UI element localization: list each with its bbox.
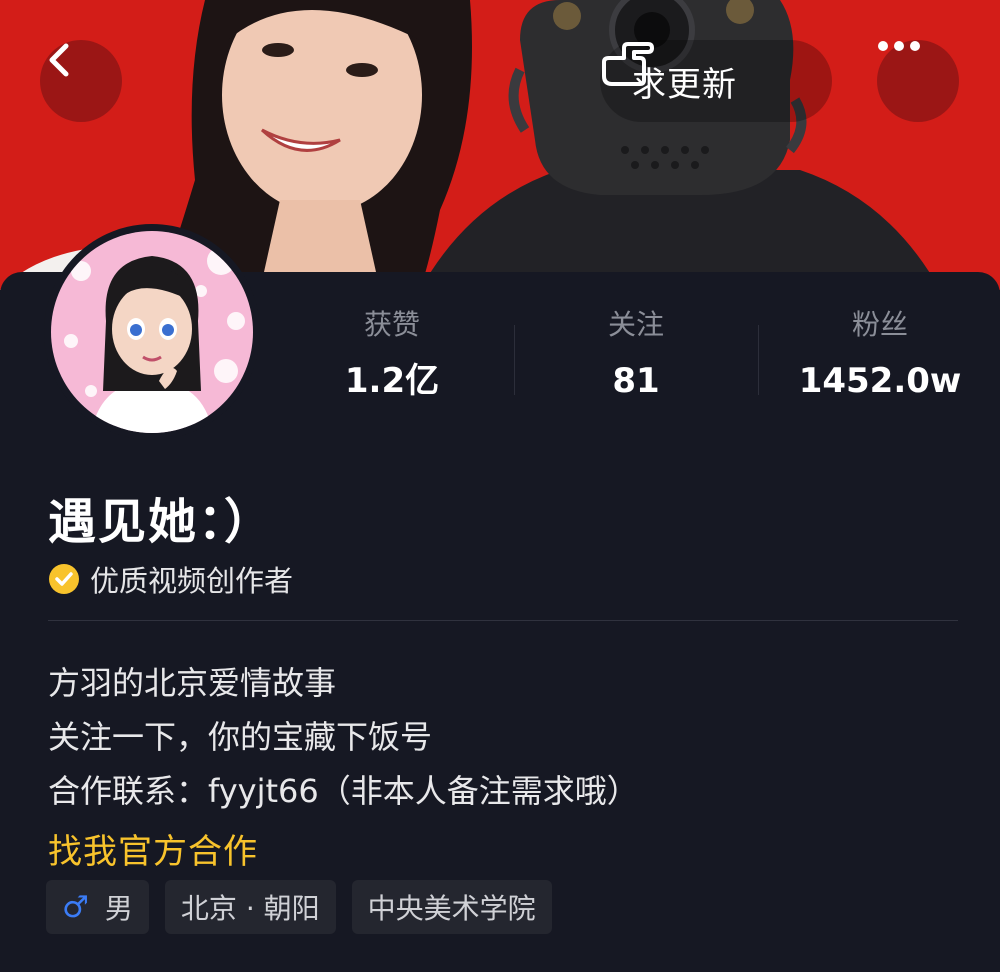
stats-row: 获赞 1.2亿 关注 81 粉丝 1452.0w xyxy=(270,305,1000,405)
request-update-button[interactable]: 求更新 xyxy=(600,40,832,122)
stat-following[interactable]: 关注 81 xyxy=(514,305,758,401)
chevron-left-icon xyxy=(49,43,69,77)
tag-gender-label: 男 xyxy=(104,892,133,925)
avatar-illustration xyxy=(51,231,253,433)
stat-likes[interactable]: 获赞 1.2亿 xyxy=(270,305,514,401)
tag-location[interactable]: 北京 · 朝阳 xyxy=(164,880,336,934)
stat-likes-label: 获赞 xyxy=(363,308,420,341)
bio-line: 关注一下，你的宝藏下饭号 xyxy=(48,718,433,756)
bio: 方羽的北京爱情故事 关注一下，你的宝藏下饭号 合作联系：fyyjt66（非本人备… xyxy=(48,656,639,818)
pointing-hand-icon xyxy=(602,42,654,86)
bio-line: 合作联系：fyyjt66（非本人备注需求哦） xyxy=(48,772,639,810)
male-icon: ♂ xyxy=(62,889,89,925)
profile-name: 遇见她：） xyxy=(48,494,275,550)
profile-tags: ♂ 男 北京 · 朝阳 中央美术学院 xyxy=(46,880,568,934)
stat-following-label: 关注 xyxy=(607,308,664,341)
creator-badge[interactable]: 优质视频创作者 xyxy=(48,558,293,600)
official-cooperation-link[interactable]: 找我官方合作 xyxy=(48,824,258,873)
stat-followers-label: 粉丝 xyxy=(851,308,908,341)
back-button[interactable] xyxy=(40,40,122,122)
tag-school-label: 中央美术学院 xyxy=(367,892,536,925)
stat-followers-value: 1452.0w xyxy=(798,361,962,401)
creator-badge-label: 优质视频创作者 xyxy=(90,564,294,598)
tag-location-label: 北京 · 朝阳 xyxy=(180,892,320,925)
stat-following-value: 81 xyxy=(612,361,660,401)
divider xyxy=(48,620,958,621)
stat-likes-value: 1.2亿 xyxy=(344,361,440,401)
verified-check-icon xyxy=(49,564,79,594)
bio-line: 方羽的北京爱情故事 xyxy=(48,664,337,702)
more-dots-icon xyxy=(878,41,920,51)
avatar[interactable] xyxy=(44,224,260,440)
more-button[interactable] xyxy=(877,40,959,122)
tag-gender[interactable]: ♂ 男 xyxy=(46,880,149,934)
tag-school[interactable]: 中央美术学院 xyxy=(351,880,552,934)
stat-followers[interactable]: 粉丝 1452.0w xyxy=(758,305,1000,401)
